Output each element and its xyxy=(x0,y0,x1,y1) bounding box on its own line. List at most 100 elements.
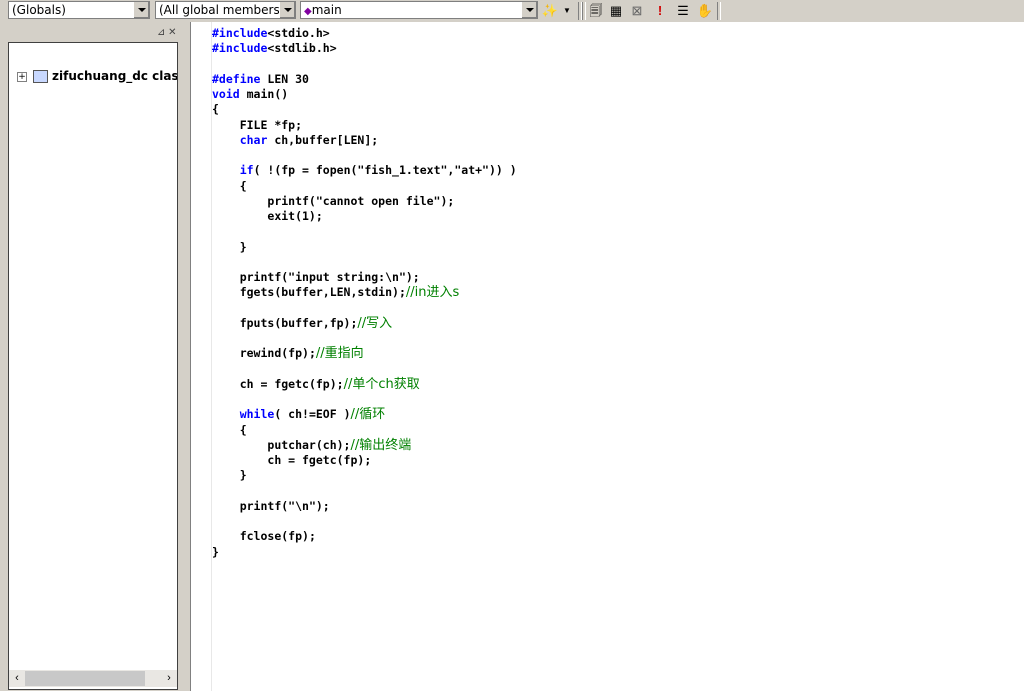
members-combo[interactable]: (All global members xyxy=(155,1,296,19)
code-text: ( !(fp = fopen("fish_1.text","at+")) ) xyxy=(253,163,517,178)
tree-item-root[interactable]: + zifuchuang_dc class xyxy=(17,69,177,83)
chevron-down-icon[interactable] xyxy=(133,2,149,18)
code-keyword: #define xyxy=(212,71,261,86)
code-line: { xyxy=(212,423,517,438)
code-editor[interactable]: #include<stdio.h> #include<stdlib.h> #defi… xyxy=(190,22,1024,691)
hand-icon[interactable]: ✋ xyxy=(696,2,714,20)
code-keyword: char xyxy=(239,132,268,147)
code-text: fputs(buffer,fp); xyxy=(239,315,358,330)
code-line: } xyxy=(212,468,517,483)
code-text: LEN 30 xyxy=(260,71,309,86)
chevron-down-icon[interactable] xyxy=(279,2,295,18)
class-tree[interactable]: + zifuchuang_dc class xyxy=(8,42,178,690)
code-comment: //输出终端 xyxy=(350,437,412,453)
code-text: printf("input string:\n"); xyxy=(239,270,420,284)
code-line: rewind(fp);//重指向 xyxy=(212,346,517,361)
code-line: { xyxy=(212,102,517,117)
stop-build-icon[interactable]: ⊠ xyxy=(628,2,646,20)
code-text: printf("cannot open file"); xyxy=(267,193,455,208)
code-text: <stdio.h> xyxy=(267,26,330,40)
close-icon[interactable]: ✕ xyxy=(168,27,176,38)
expand-icon[interactable]: + xyxy=(17,71,27,82)
code-comment: //in进入s xyxy=(405,285,460,301)
chevron-down-icon[interactable] xyxy=(521,2,537,18)
code-line: } xyxy=(212,240,517,255)
execute-icon[interactable]: ! xyxy=(651,2,669,20)
source-code[interactable]: #include<stdio.h> #include<stdlib.h> #defi… xyxy=(212,26,517,560)
horizontal-scrollbar[interactable]: ‹ › xyxy=(9,670,177,687)
code-line: } xyxy=(212,545,517,560)
workspace-pane: ⊿ ✕ + zifuchuang_dc class ‹ › xyxy=(0,22,190,691)
code-line: printf("\n"); xyxy=(212,499,517,514)
code-keyword: if xyxy=(239,163,254,178)
code-text: exit(1); xyxy=(267,209,323,223)
pane-buttons: ⊿ ✕ xyxy=(157,27,177,38)
code-line: exit(1); xyxy=(212,209,517,224)
dock-icon[interactable]: ⊿ xyxy=(157,27,165,38)
code-comment: //单个ch获取 xyxy=(343,376,420,392)
code-line: fclose(fp); xyxy=(212,529,517,544)
code-line: #include<stdlib.h> xyxy=(212,41,517,56)
code-text: ch,buffer[LEN]; xyxy=(267,132,379,147)
code-text: putchar(ch); xyxy=(267,437,351,452)
scroll-left-icon[interactable]: ‹ xyxy=(9,670,25,687)
build-icon[interactable]: ▦ xyxy=(607,2,625,20)
code-comment: //重指向 xyxy=(315,346,364,362)
code-text: ch = fgetc(fp); xyxy=(239,376,344,391)
code-text: } xyxy=(239,468,247,483)
code-text: } xyxy=(239,239,247,254)
editor-gutter[interactable] xyxy=(191,22,212,691)
code-text: } xyxy=(212,544,219,559)
code-text: ch = fgetc(fp); xyxy=(267,453,372,467)
code-line: ch = fgetc(fp);//单个ch获取 xyxy=(212,377,517,392)
scroll-thumb[interactable] xyxy=(25,671,145,686)
breakpoint-list-icon[interactable]: ☰ xyxy=(674,2,692,20)
code-line: #define LEN 30 xyxy=(212,72,517,87)
code-text: ( ch!=EOF ) xyxy=(274,407,351,422)
class-icon xyxy=(33,70,48,83)
wizard-icon[interactable]: ✨ xyxy=(541,2,559,20)
function-combo[interactable]: ◆main xyxy=(300,1,538,19)
code-comment: //循环 xyxy=(350,407,386,423)
code-text: { xyxy=(239,178,247,193)
scroll-right-icon[interactable]: › xyxy=(161,670,177,687)
code-line: while( ch!=EOF )//循环 xyxy=(212,407,517,422)
code-line: putchar(ch);//输出终端 xyxy=(212,438,517,453)
toolbar: (Globals) (All global members ◆main ✨ ▼ … xyxy=(0,0,1024,23)
scope-combo[interactable]: (Globals) xyxy=(8,1,150,19)
code-keyword: while xyxy=(239,407,275,422)
compile-icon[interactable]: 🗐 xyxy=(587,2,605,20)
code-line: printf("input string:\n"); xyxy=(212,270,517,285)
code-keyword: void xyxy=(212,87,240,101)
chevron-down-icon[interactable]: ▼ xyxy=(558,2,576,20)
function-combo-value: ◆main xyxy=(304,3,342,17)
code-text: fgets(buffer,LEN,stdin); xyxy=(239,285,406,300)
code-keyword: #include xyxy=(212,26,268,40)
code-text: FILE *fp; xyxy=(239,117,303,132)
scope-combo-value: (Globals) xyxy=(12,3,66,17)
code-text: fclose(fp); xyxy=(239,529,316,544)
code-line: char ch,buffer[LEN]; xyxy=(212,133,517,148)
